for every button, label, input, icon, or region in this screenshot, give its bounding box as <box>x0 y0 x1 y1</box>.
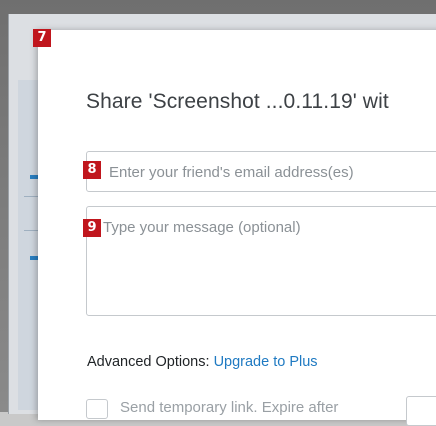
marker-7: 7 <box>33 29 51 47</box>
background-sidebar <box>18 80 38 410</box>
email-field[interactable]: Enter your friend's email address(es) <box>86 151 436 192</box>
expire-input[interactable] <box>406 396 436 426</box>
background-accent <box>30 175 38 179</box>
message-placeholder: Type your message (optional) <box>103 219 301 236</box>
email-placeholder: Enter your friend's email address(es) <box>109 164 354 181</box>
marker-8: 8 <box>83 161 101 179</box>
dialog-title: Share 'Screenshot ...0.11.19' wit <box>86 90 389 113</box>
advanced-options-label: Advanced Options: <box>87 354 210 370</box>
upgrade-link[interactable]: Upgrade to Plus <box>214 354 318 370</box>
background-divider <box>24 230 38 231</box>
message-field[interactable]: Type your message (optional) <box>86 206 436 316</box>
background-divider <box>24 196 38 197</box>
marker-9: 9 <box>83 219 101 237</box>
background-accent <box>30 256 38 260</box>
advanced-options: Advanced Options: Upgrade to Plus <box>87 354 318 370</box>
temporary-link-checkbox[interactable] <box>86 399 108 419</box>
temporary-link-label: Send temporary link. Expire after <box>120 399 339 416</box>
